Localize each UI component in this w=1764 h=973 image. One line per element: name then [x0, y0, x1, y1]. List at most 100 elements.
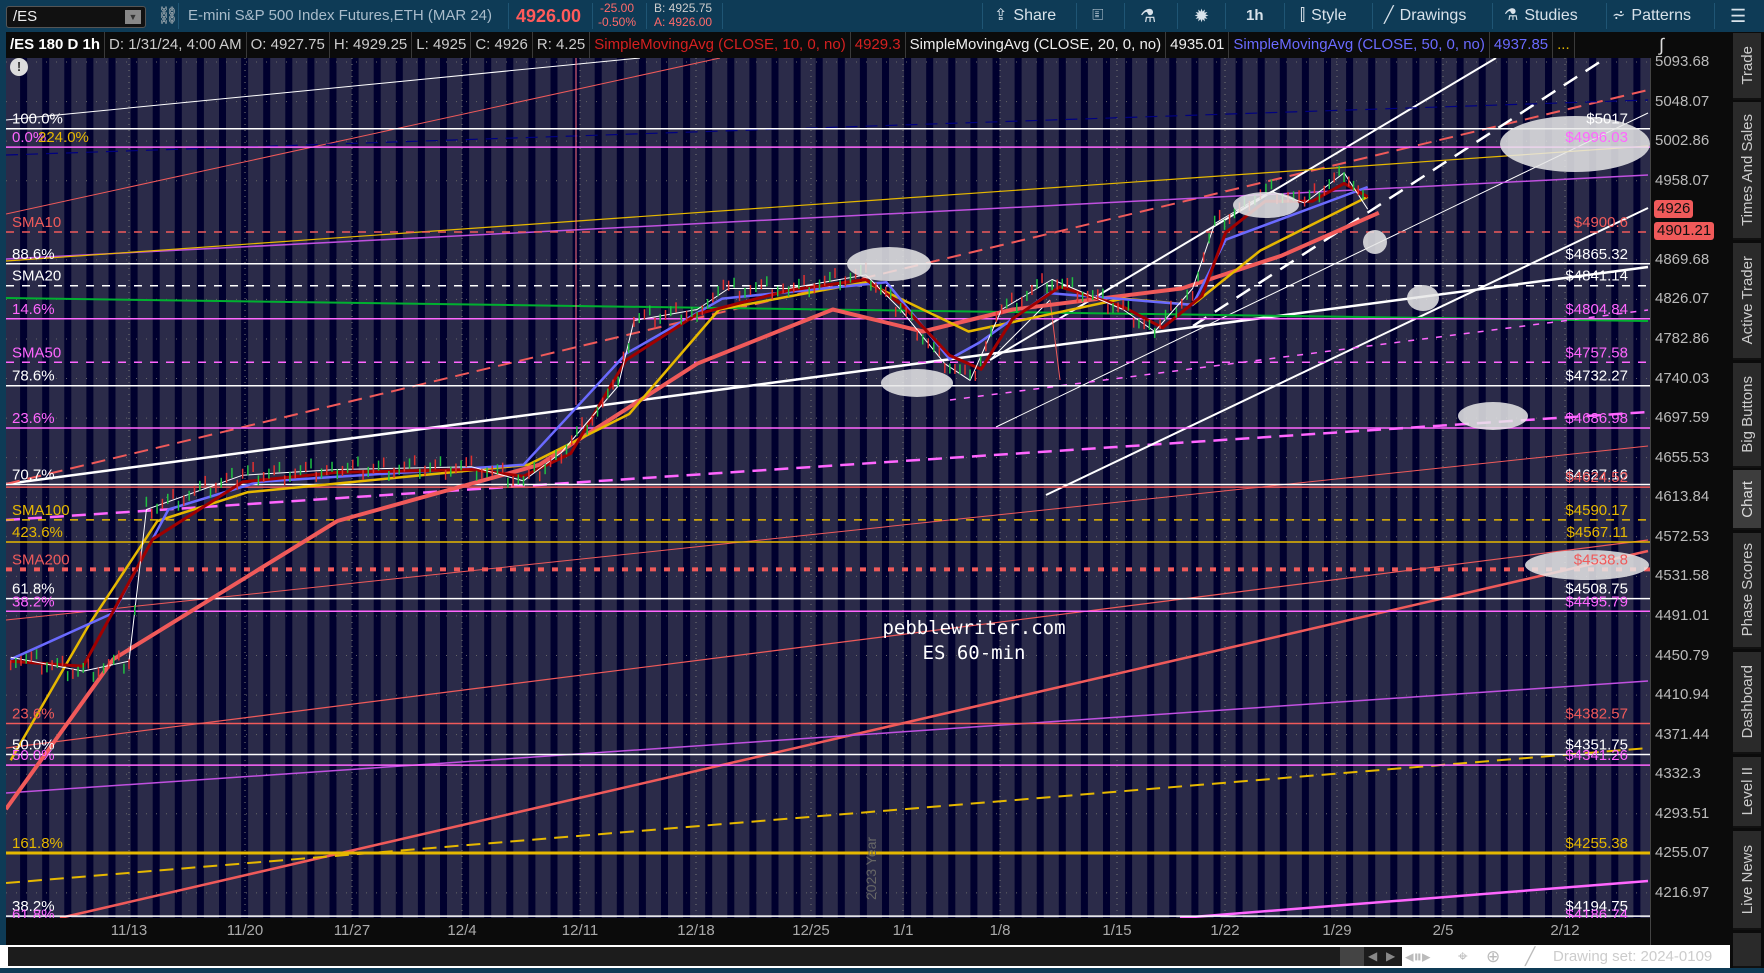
- level-left-label: 88.6%: [12, 246, 55, 263]
- chart-canvas[interactable]: $5017100.0%$4996.030.0%224.0%$4900.6SMA1…: [6, 58, 1650, 918]
- tab-times-and-sales[interactable]: Times And Sales: [1733, 102, 1761, 240]
- overnight-session-stripe: [1169, 58, 1177, 918]
- date-tick: 1/8: [989, 922, 1011, 939]
- bid-price: B: 4925.75: [654, 1, 713, 15]
- overnight-session-stripe: [638, 58, 646, 918]
- studies-lab-button[interactable]: ⚗: [1140, 0, 1156, 32]
- pencil-line-icon: ╱: [1384, 7, 1394, 24]
- scrollbar-thumb[interactable]: [1340, 947, 1364, 966]
- menu-button[interactable]: ☰: [1730, 0, 1746, 32]
- drawing-line-icon[interactable]: ╱: [1525, 945, 1535, 968]
- date-tick: 1/22: [1210, 922, 1240, 939]
- date-tick: 1/29: [1322, 922, 1352, 939]
- tab-chart[interactable]: Chart: [1733, 470, 1761, 530]
- tab-level-ii[interactable]: Level II: [1733, 757, 1761, 828]
- overnight-session-stripe: [727, 58, 735, 918]
- notes-button[interactable]: 🗉: [1092, 0, 1104, 32]
- overnight-session-stripe: [882, 58, 889, 918]
- level-left-label: 23.6%: [12, 410, 55, 427]
- more-studies-button[interactable]: ...: [1553, 32, 1575, 58]
- price-tick: 5048.07: [1655, 92, 1710, 110]
- horizontal-scrollbar[interactable]: [8, 947, 1364, 966]
- trend-line: [6, 747, 1649, 884]
- chart-info-row: /ES 180 D 1h D: 1/31/24, 4:00 AM O: 4927…: [6, 32, 1730, 58]
- level-price-label: $4255.38: [1565, 835, 1628, 852]
- date-axis[interactable]: 11/13 11/20 11/27 12/4 12/11 12/18 12/25 1/1 1/8…: [6, 918, 1650, 945]
- level-price-label: $4686.98: [1565, 410, 1628, 427]
- overnight-session-stripe: [550, 58, 558, 918]
- divider: [722, 3, 723, 29]
- price-tick: 4958.07: [1655, 171, 1710, 189]
- studies-button[interactable]: ⚗ Studies: [1504, 0, 1578, 32]
- price-chart[interactable]: $5017 100.0% $4996.03 0.0% 224.0% $4900.6 SMA1…: [6, 58, 1650, 918]
- trend-line: [6, 445, 1649, 621]
- sma10-label[interactable]: SimpleMovingAvg (CLOSE, 10, 0, no): [590, 32, 851, 58]
- chevron-down-icon[interactable]: ▼: [125, 10, 141, 24]
- price-tick: 4371.44: [1655, 725, 1710, 743]
- level-left-label: 23.6%: [12, 705, 55, 722]
- level-price-label: $4341.26: [1565, 747, 1628, 764]
- tab-big-buttons[interactable]: Big Buttons: [1733, 363, 1761, 468]
- expand-horizontal-icon[interactable]: ◂⏸▸: [1405, 945, 1431, 968]
- highlight-ellipse: [1363, 230, 1387, 254]
- level-left-label: 100.0%: [12, 111, 63, 128]
- tab-live-news[interactable]: Live News: [1733, 831, 1761, 930]
- tab-dashboard[interactable]: Dashboard: [1733, 652, 1761, 754]
- level-price-label: $4382.57: [1565, 705, 1628, 722]
- overnight-session-stripe: [1125, 58, 1133, 918]
- net-change: -25.00: [600, 1, 635, 15]
- trend-lines: [6, 58, 1649, 918]
- level-left-label-secondary: 224.0%: [38, 129, 89, 146]
- tab-empty: [1733, 933, 1761, 968]
- overnight-session-stripe: [1235, 58, 1243, 918]
- alert-icon[interactable]: !: [10, 58, 28, 76]
- tab-label: Times And Sales: [1738, 114, 1756, 226]
- level-left-label: 50.0%: [12, 747, 55, 764]
- price-axis[interactable]: 5093.68 5048.07 5002.86 4958.07 4869.68 4826.…: [1650, 53, 1730, 945]
- overnight-session-stripe: [395, 58, 403, 918]
- tab-phase-scores[interactable]: Phase Scores: [1733, 533, 1761, 649]
- divider: [1714, 3, 1715, 29]
- list-menu-icon: ☰: [1730, 6, 1747, 26]
- drawings-button[interactable]: ╱ Drawings: [1384, 0, 1466, 32]
- sma20-label[interactable]: SimpleMovingAvg (CLOSE, 20, 0, no): [906, 32, 1167, 58]
- trend-line: [6, 680, 1649, 794]
- price-tick: 5002.86: [1655, 132, 1710, 150]
- price-tick: 4697.59: [1655, 409, 1710, 427]
- level-price-label: $5017: [1586, 111, 1628, 128]
- sma50-label[interactable]: SimpleMovingAvg (CLOSE, 50, 0, no): [1229, 32, 1490, 58]
- tab-trade[interactable]: Trade: [1733, 33, 1761, 100]
- level-price-label: $4732.27: [1565, 368, 1628, 385]
- symbol-selector[interactable]: /ES ▼: [6, 6, 146, 28]
- divider: [508, 3, 509, 29]
- divider: [1225, 3, 1226, 29]
- price-tick: 4491.01: [1655, 606, 1710, 624]
- overnight-session-stripe: [948, 58, 956, 918]
- link-icon[interactable]: ⛓: [157, 0, 179, 32]
- overnight-session-stripe: [108, 58, 116, 918]
- settings-button[interactable]: ✹: [1194, 0, 1209, 32]
- info-note-icon: 🗉: [1092, 7, 1104, 24]
- overnight-session-stripe: [793, 58, 801, 918]
- overnight-session-stripe: [1567, 58, 1575, 918]
- overnight-session-stripe: [42, 58, 50, 918]
- patterns-button[interactable]: ⩫ Patterns: [1612, 0, 1691, 32]
- crosshair-icon[interactable]: ⌖: [1458, 945, 1468, 968]
- divider: [1177, 3, 1178, 29]
- scroll-left-icon[interactable]: ◀: [1368, 945, 1377, 968]
- timeframe-button[interactable]: 1h: [1246, 0, 1264, 32]
- highlight-ellipse: [847, 247, 931, 281]
- level-left-label: 38.2%: [12, 593, 55, 610]
- overnight-session-stripe: [1036, 58, 1044, 918]
- drawing-set-label[interactable]: Drawing set: 2024-0109: [1553, 945, 1712, 968]
- share-button[interactable]: ⇪ Share: [994, 0, 1056, 32]
- scroll-right-icon[interactable]: ▶: [1386, 945, 1395, 968]
- tab-active-trader[interactable]: Active Trader: [1733, 243, 1761, 360]
- style-button[interactable]: ⫿ Style: [1300, 0, 1347, 32]
- tab-label: Chart: [1738, 480, 1756, 518]
- chart-id: /ES 180 D 1h: [6, 32, 106, 58]
- zoom-in-icon[interactable]: ⊕: [1486, 945, 1500, 968]
- date-tick: 1/1: [892, 922, 914, 939]
- trend-line: [6, 58, 641, 121]
- overnight-session-stripe: [86, 58, 94, 918]
